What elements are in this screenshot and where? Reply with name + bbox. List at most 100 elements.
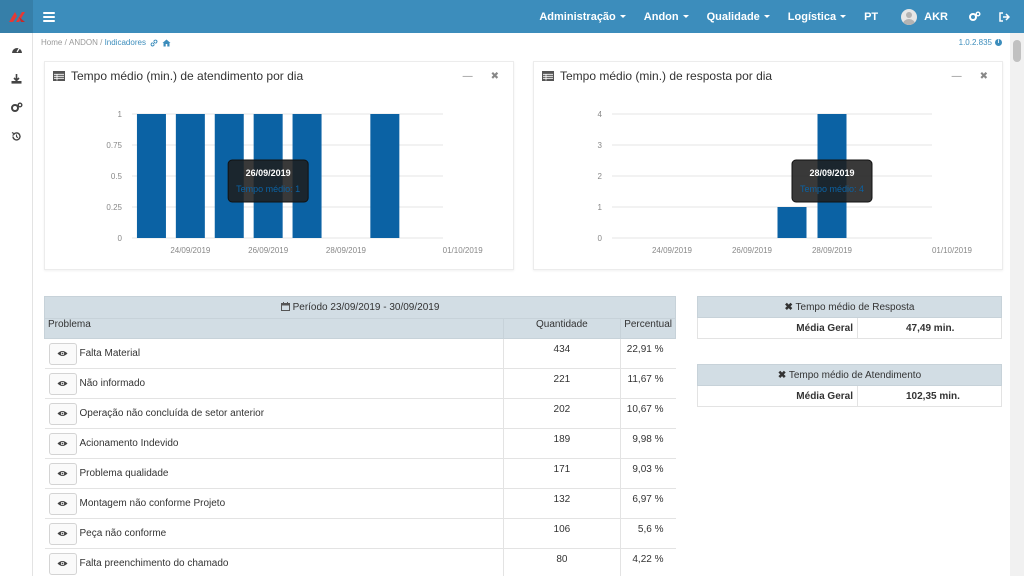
view-button[interactable] — [48, 432, 77, 455]
chart-bar[interactable] — [136, 114, 166, 238]
problem-cell: Acionamento Indevido — [44, 428, 504, 459]
view-button[interactable] — [48, 372, 77, 395]
dashboard-icon — [11, 47, 22, 53]
quantity-cell: 434 — [502, 338, 622, 369]
problem-cell: Problema qualidade — [44, 458, 504, 489]
quantity-cell: 202 — [502, 398, 622, 429]
problem-cell: Falta preenchimento do chamado — [44, 548, 504, 576]
chart-box-resposta: Tempo médio (min.) de resposta por dia —… — [533, 61, 1003, 270]
close-icon[interactable]: ✖ — [785, 302, 793, 313]
app-version: 1.0.2.835 i — [959, 38, 1002, 47]
eye-icon — [57, 501, 68, 506]
view-button[interactable] — [48, 522, 77, 545]
chart-resposta: 0 1 2 3 4 24/09/2019 26/09/2019 28/09/2019 01/10… — [598, 110, 973, 255]
eye-icon — [57, 381, 68, 386]
tooltip-value: Tempo médio: 4 — [800, 184, 864, 194]
problem-name: Operação não concluída de setor anterior — [79, 408, 265, 419]
percent-cell: 6,97 % — [620, 488, 676, 519]
table-row: Falta Material 434 22,91 % — [44, 338, 676, 369]
sidebar-item-download[interactable] — [0, 64, 33, 93]
view-button[interactable] — [48, 552, 77, 575]
close-icon[interactable]: ✖ — [778, 370, 786, 381]
table-row: Peça não conforme 106 5,6 % — [44, 518, 676, 549]
home-icon[interactable] — [162, 39, 171, 47]
chart-bar[interactable] — [370, 114, 400, 238]
table-row: Operação não concluída de setor anterior… — [44, 398, 676, 429]
cogs-icon — [969, 11, 981, 21]
problem-cell: Operação não concluída de setor anterior — [44, 398, 504, 429]
header-percent[interactable]: Percentual — [620, 318, 676, 339]
problem-name: Falta preenchimento do chamado — [79, 558, 229, 569]
view-button[interactable] — [48, 462, 77, 485]
header-quantity[interactable]: Quantidade — [502, 318, 622, 339]
view-button[interactable] — [48, 402, 77, 425]
table-row: Problema qualidade 171 9,03 % — [44, 458, 676, 489]
quantity-cell: 106 — [502, 518, 622, 549]
table-row: Não informado 221 11,67 % — [44, 368, 676, 399]
caret-down-icon — [619, 15, 626, 18]
y-tick-label: 0.25 — [106, 203, 122, 212]
y-tick-label: 0 — [118, 234, 123, 243]
problem-name: Acionamento Indevido — [79, 438, 179, 449]
user-menu[interactable]: AKR — [887, 0, 957, 33]
problem-cell: Peça não conforme — [44, 518, 504, 549]
download-icon — [11, 73, 22, 84]
summary-label: Média Geral — [697, 317, 858, 339]
problem-name: Falta Material — [79, 348, 141, 359]
quantity-cell: 132 — [502, 488, 622, 519]
sidebar-item-history[interactable] — [0, 122, 33, 151]
y-tick-label: 0.75 — [106, 141, 122, 150]
y-tick-label: 1 — [598, 203, 603, 212]
y-tick-label: 2 — [598, 172, 603, 181]
view-button[interactable] — [48, 492, 77, 515]
menu-toggle-icon[interactable] — [43, 11, 55, 22]
problem-name: Peça não conforme — [79, 528, 167, 539]
percent-cell: 9,98 % — [620, 428, 676, 459]
nav-item-andon[interactable]: Andon — [635, 0, 698, 33]
summary-atendimento-title: ✖ Tempo médio de Atendimento — [697, 364, 1002, 386]
summary-value: 102,35 min. — [857, 385, 1002, 407]
quantity-cell: 221 — [502, 368, 622, 399]
percent-cell: 10,67 % — [620, 398, 676, 429]
quantity-cell: 80 — [502, 548, 622, 576]
breadcrumb-andon[interactable]: ANDON — [69, 38, 98, 47]
nav-item-language[interactable]: PT — [855, 0, 887, 33]
sidebar-item-settings[interactable] — [0, 93, 33, 122]
scrollbar-thumb[interactable] — [1013, 40, 1021, 62]
info-icon[interactable]: i — [995, 39, 1002, 46]
tooltip-date: 26/09/2019 — [246, 168, 291, 178]
sidebar — [0, 33, 33, 576]
header-problem[interactable]: Problema — [44, 318, 504, 339]
view-button[interactable] — [48, 342, 77, 365]
nav-item-qualidade[interactable]: Qualidade — [698, 0, 779, 33]
percent-cell: 5,6 % — [620, 518, 676, 549]
problem-cell: Falta Material — [44, 338, 504, 369]
nav-item-administracao[interactable]: Administração — [530, 0, 634, 33]
caret-down-icon — [840, 15, 847, 18]
logo-icon — [8, 11, 25, 22]
top-navbar: Administração Andon Qualidade Logística … — [0, 0, 1024, 33]
x-tick-label: 24/09/2019 — [652, 246, 693, 255]
caret-down-icon — [763, 15, 770, 18]
link-icon[interactable] — [150, 39, 158, 47]
history-icon — [11, 131, 21, 141]
nav-item-logistica[interactable]: Logística — [779, 0, 855, 33]
table-row: Acionamento Indevido 189 9,98 % — [44, 428, 676, 459]
sidebar-item-dashboard[interactable] — [0, 35, 33, 64]
app-logo[interactable] — [0, 0, 33, 33]
x-tick-label: 01/10/2019 — [932, 246, 973, 255]
chart-bar[interactable] — [777, 207, 807, 238]
page-scrollbar[interactable] — [1010, 33, 1024, 576]
summary-resposta: ✖ Tempo médio de Resposta Média Geral 47… — [697, 296, 1002, 339]
period-header: Período 23/09/2019 - 30/09/2019 — [44, 296, 676, 319]
chart-box-atendimento: Tempo médio (min.) de atendimento por di… — [44, 61, 514, 270]
table-row: Montagem não conforme Projeto 132 6,97 % — [44, 488, 676, 519]
chart-atendimento: 0 0.25 0.5 0.75 1 24/09/2019 26/09/2019 28/09/2… — [106, 110, 484, 255]
x-tick-label: 01/10/2019 — [443, 246, 484, 255]
breadcrumb-home[interactable]: Home — [41, 38, 62, 47]
chart-bar[interactable] — [175, 114, 205, 238]
avatar — [901, 8, 918, 25]
settings-button[interactable] — [957, 0, 991, 33]
logout-button[interactable] — [991, 0, 1024, 33]
eye-icon — [57, 441, 68, 446]
